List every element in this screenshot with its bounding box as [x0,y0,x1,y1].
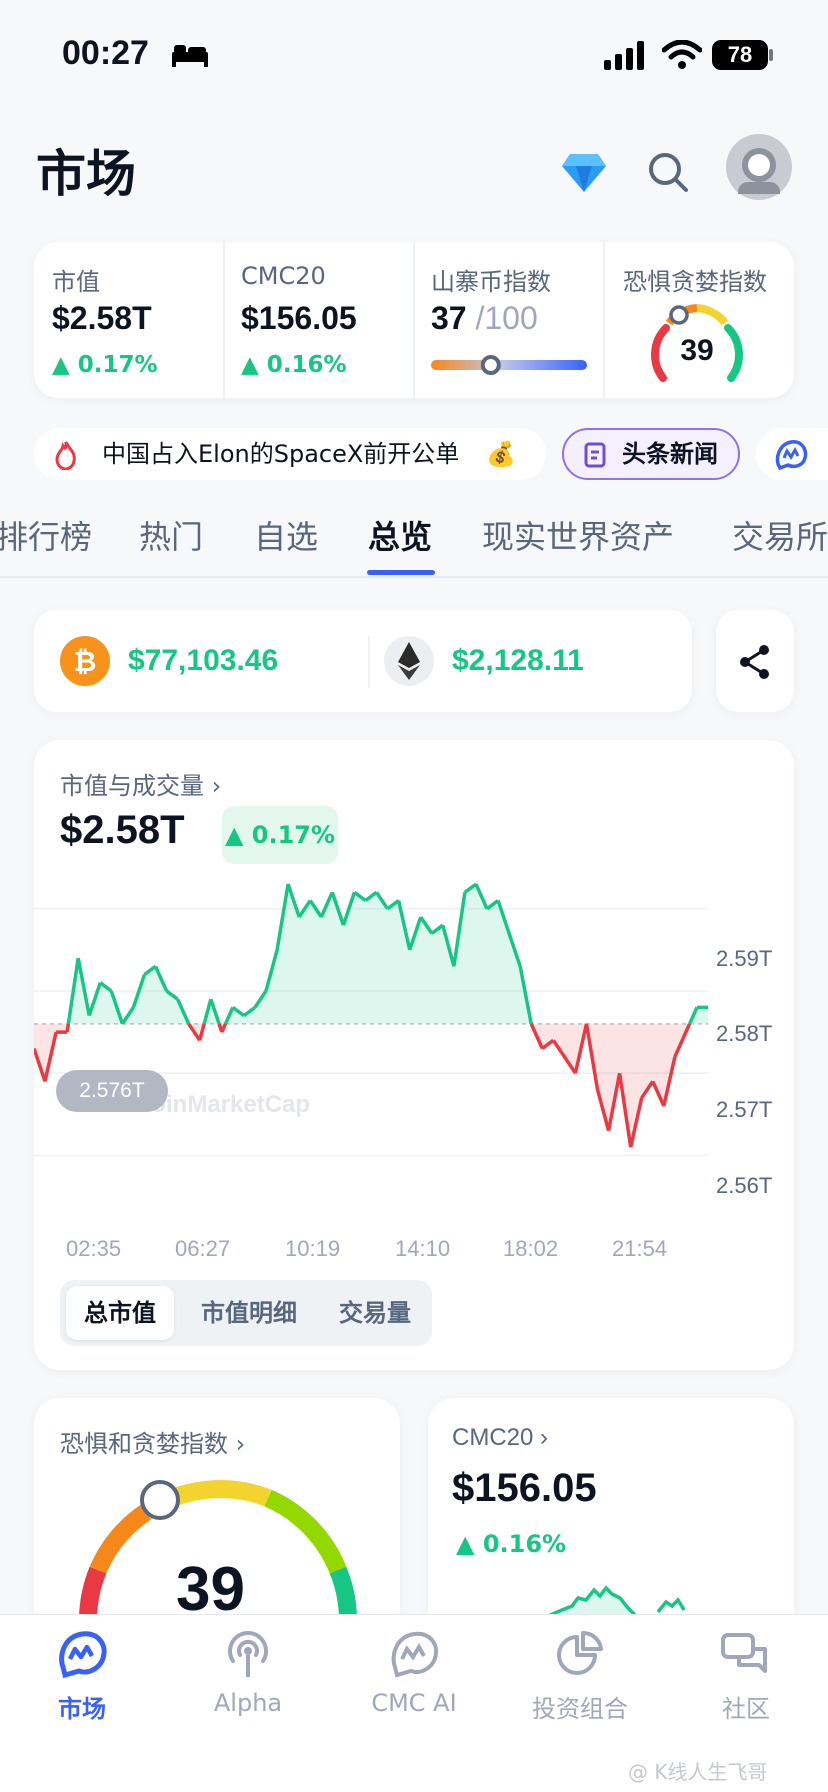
news-ticker[interactable]: 中国占入Elon的SpaceX前开公单 💰 [34,428,546,480]
divider [368,636,370,688]
segment-cap-breakdown[interactable]: 市值明细 [184,1286,314,1340]
status-bar: 00:27 78 [0,0,828,110]
top-news-button[interactable]: 头条新闻 [562,428,740,480]
y-tick: 2.56T [716,1173,773,1198]
stat-cmc20[interactable]: CMC20 $156.05 ▲ 0.16% [225,242,411,398]
y-tick: 2.58T [716,1021,773,1046]
alpha-icon [228,1631,268,1677]
stat-value: $156.05 [241,300,357,336]
stat-label: CMC20 [241,262,326,290]
ai-chip[interactable] [756,428,828,480]
cmc20-value: $156.05 [452,1466,597,1510]
nav-label: 社区 [722,1695,770,1723]
market-cap-chart[interactable]: CoinMarketCap [34,880,714,1220]
portfolio-icon [557,1630,603,1675]
tabs-divider [0,576,828,578]
altcoin-index-bar [431,355,587,375]
fear-greed-title[interactable]: 恐惧和贪婪指数 › [60,1424,245,1459]
cmc-ai-icon [391,1631,439,1678]
fire-icon [55,441,76,470]
stat-label: 恐惧贪婪指数 [623,268,767,296]
share-button[interactable] [716,610,794,712]
x-tick: 10:19 [285,1236,341,1261]
tab-exchanges[interactable]: 交易所 [732,512,828,558]
nav-alpha[interactable]: Alpha [188,1629,308,1717]
tab-trending[interactable]: 热门 [139,512,203,558]
x-tick: 02:35 [66,1236,122,1261]
chart-segmented-control: 总市值 市值明细 交易量 [60,1280,432,1346]
segment-volume[interactable]: 交易量 [324,1286,426,1340]
nav-label: 市场 [58,1695,106,1723]
community-icon [721,1633,767,1673]
nav-cmc-ai[interactable]: CMC AI [354,1629,474,1717]
watermark-text: @ K线人生飞哥 [628,1760,768,1784]
x-tick: 18:02 [503,1236,559,1261]
y-tick: 2.57T [716,1097,773,1122]
baseline-label: 2.576T [56,1070,168,1112]
btc-price[interactable]: $77,103.46 [128,644,278,678]
x-tick: 14:10 [395,1236,451,1261]
ethereum-icon[interactable] [384,636,434,686]
diamond-icon[interactable] [560,152,608,194]
tab-rwa[interactable]: 现实世界资产 [482,512,674,558]
battery-level: 78 [712,40,768,70]
status-time: 00:27 [62,34,149,72]
tab-watchlist[interactable]: 自选 [254,512,318,558]
stat-value: 37 /100 [431,300,538,336]
active-tab-indicator [367,570,435,575]
cmc-ai-icon [775,440,808,470]
stat-fear-greed[interactable]: 恐惧贪婪指数 39 [605,242,791,398]
stat-market-cap[interactable]: 市值 $2.58T ▲ 0.17% [36,242,222,398]
nav-portfolio[interactable]: 投资组合 [520,1629,640,1724]
fear-greed-mini-gauge: 39 [651,304,743,382]
segment-total-cap[interactable]: 总市值 [66,1286,174,1340]
nav-label: CMC AI [371,1689,457,1717]
top-news-label: 头条新闻 [622,440,718,468]
stat-change: ▲ 0.16% [241,352,347,378]
x-tick: 06:27 [175,1236,231,1261]
eth-price[interactable]: $2,128.11 [452,644,584,678]
tab-rankings[interactable]: 排行榜 [0,512,92,558]
market-cap-title[interactable]: 市值与成交量 › [60,766,221,801]
money-bag-icon: 💰 [486,440,516,468]
market-icon [59,1631,107,1679]
nav-market[interactable]: 市场 [22,1629,142,1724]
nav-community[interactable]: 社区 [686,1629,806,1724]
stat-change: ▲ 0.17% [52,352,158,378]
avatar[interactable] [726,134,792,200]
share-icon [740,645,769,679]
bitcoin-icon[interactable]: ₿ [60,636,110,686]
stat-altcoin-index[interactable]: 山寨币指数 37 /100 [415,242,601,398]
tab-overview[interactable]: 总览 [368,512,432,558]
x-tick: 21:54 [612,1236,668,1261]
page-title: 市场 [36,145,136,203]
stat-label: 市值 [52,268,100,296]
y-tick: 2.59T [716,946,773,971]
chart-area-up [68,884,708,1024]
fear-greed-mini-value: 39 [680,334,713,367]
stat-value: $2.58T [52,300,152,336]
svg-text:₿: ₿ [74,645,97,678]
cmc20-change: ▲ 0.16% [456,1530,567,1558]
search-icon[interactable] [646,150,690,194]
nav-label: 投资组合 [532,1695,628,1723]
document-icon [584,442,606,468]
market-cap-change-badge: ▲ 0.17% [222,806,338,864]
signal-icon [604,41,644,70]
sleep-bed-icon [172,45,208,67]
cmc20-title[interactable]: CMC20 › [452,1424,548,1452]
stat-label: 山寨币指数 [431,268,551,296]
battery-tip [769,49,773,61]
cmc20-sparkline [548,1585,686,1616]
news-headline: 中国占入Elon的SpaceX前开公单 [102,440,460,468]
nav-label: Alpha [213,1689,283,1717]
market-cap-value: $2.58T [60,808,185,852]
wifi-icon [662,40,702,69]
